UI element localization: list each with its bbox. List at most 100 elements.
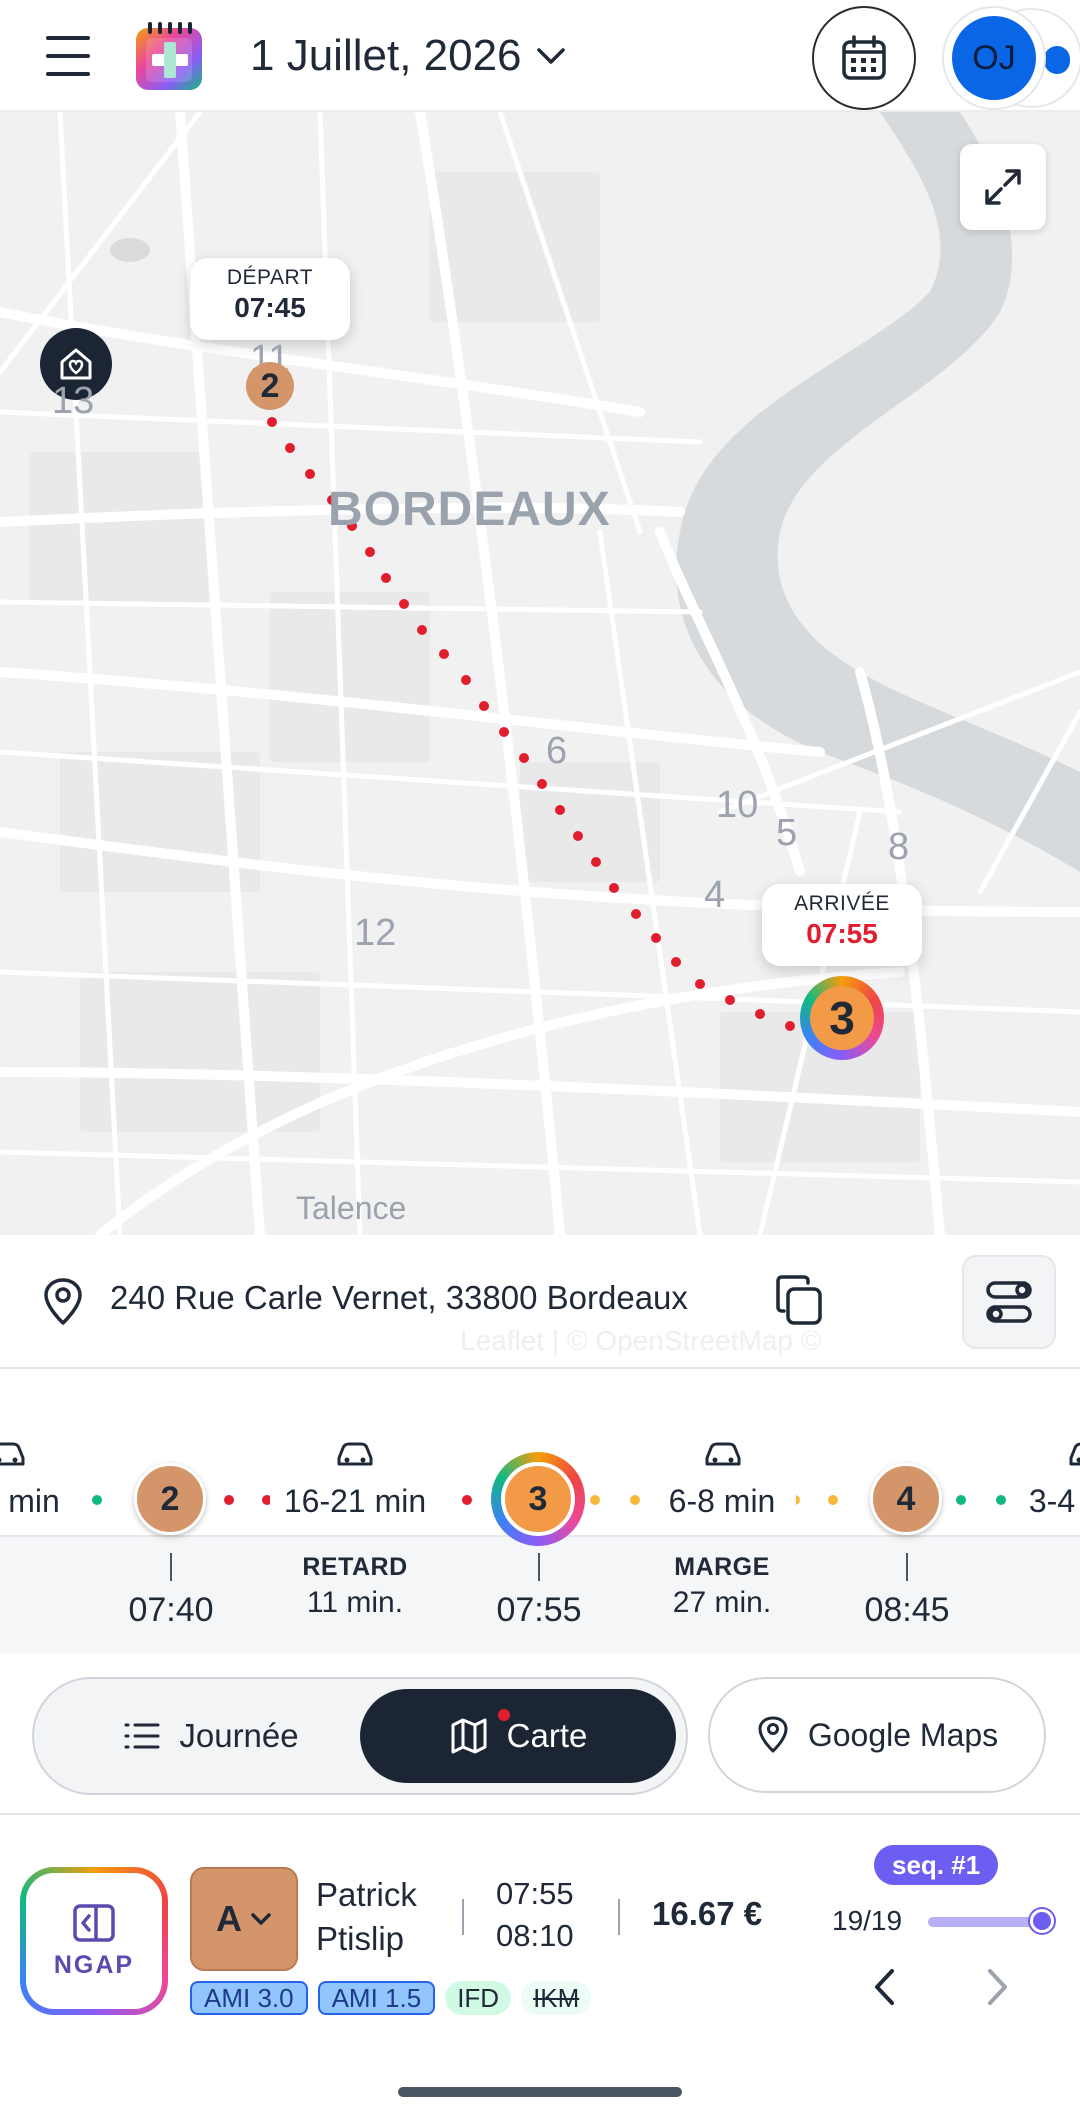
timeline-stop-node[interactable]: 4 <box>870 1463 942 1535</box>
leg-status-label: MARGE <box>674 1553 770 1581</box>
car-icon <box>696 1433 750 1475</box>
act-chips: AMI 3.0 AMI 1.5 IFD IKM <box>190 1981 592 2015</box>
marker-number: 10 <box>716 784 759 826</box>
map-attribution: Leaflet | © OpenStreetMap © <box>460 1325 822 1356</box>
visit-times: 07:55 08:10 <box>496 1873 574 1957</box>
timeline-dot <box>462 1495 472 1505</box>
hamburger-menu-icon[interactable] <box>40 30 96 82</box>
chevron-right-icon <box>988 1969 1007 2005</box>
progress-slider[interactable] <box>928 1917 1042 1927</box>
departure-label: DÉPART <box>226 266 314 289</box>
destination-marker[interactable]: 3 <box>800 976 884 1060</box>
marker-number: 12 <box>354 912 397 954</box>
act-chip[interactable]: AMI 3.0 <box>190 1981 308 2015</box>
timeline-dot <box>590 1495 600 1505</box>
fullscreen-button[interactable] <box>960 144 1046 230</box>
chevron-down-icon <box>536 48 565 64</box>
patient-last-name: Ptislip <box>316 1920 405 1957</box>
app-logo <box>134 20 206 92</box>
ngap-button[interactable]: NGAP <box>20 1867 168 2015</box>
date-selector[interactable]: 1 Juillet, 2026 <box>250 26 566 86</box>
marker-number: 6 <box>546 730 568 772</box>
view-toggle-row: Journée Carte Google Maps <box>0 1653 1080 1815</box>
visit-price: 16.67 € <box>652 1895 763 1932</box>
address-text: 240 Rue Carle Vernet, 33800 Bordeaux <box>110 1279 688 1316</box>
timeline-stop-node[interactable]: 2 <box>134 1463 206 1535</box>
copy-address-icon[interactable] <box>772 1273 826 1334</box>
timeline-dot <box>224 1495 234 1505</box>
route-timeline[interactable]: min 16-21 min 6-8 min 3-4 2 3 4 07:40 07… <box>0 1369 1080 1653</box>
sequence-badge: seq. #1 <box>874 1845 999 1885</box>
timeline-active-number: 3 <box>501 1462 575 1536</box>
tab-map-view[interactable]: Carte <box>360 1689 676 1783</box>
timeline-dot <box>996 1495 1006 1505</box>
tab-map-label: Carte <box>506 1717 588 1754</box>
divider <box>618 1899 620 1935</box>
patient-card: NGAP A Patrick Ptislip 07:55 08:10 16.67… <box>0 1815 1080 2120</box>
leg-status-margin: MARGE 27 min. <box>622 1553 822 1620</box>
top-bar: 1 Juillet, 2026 OJ <box>0 0 1080 112</box>
patient-category: A <box>216 1898 242 1939</box>
view-segmented-control: Journée Carte <box>32 1677 688 1795</box>
next-patient-button[interactable] <box>968 1957 1028 2017</box>
arrival-time: 07:55 <box>806 918 878 949</box>
location-pin-icon <box>758 1716 788 1753</box>
calendar-button[interactable] <box>812 6 916 110</box>
patient-name[interactable]: Patrick Ptislip <box>316 1873 417 1961</box>
origin-marker[interactable]: 2 <box>246 362 294 410</box>
divider <box>462 1899 464 1935</box>
system-home-indicator <box>398 2087 682 2097</box>
progress-slider-handle[interactable] <box>1030 1909 1054 1933</box>
avatar-initials: OJ <box>952 16 1036 100</box>
stop-time: 07:40 <box>128 1591 214 1629</box>
calendar-icon <box>842 35 886 80</box>
leg-duration-edge-left: min <box>0 1479 68 1523</box>
visit-end-time: 08:10 <box>496 1918 574 1953</box>
act-chip-disabled[interactable]: IKM <box>521 1981 592 2015</box>
timeline-dot <box>828 1495 838 1505</box>
leg-status-label: RETARD <box>302 1553 408 1581</box>
notification-dot <box>496 1707 512 1723</box>
sidebar-toggle-icon <box>73 1903 115 1942</box>
act-chip[interactable]: AMI 1.5 <box>317 1981 436 2015</box>
car-icon <box>1060 1433 1080 1475</box>
app-root: 1 Juillet, 2026 OJ BORDEAUX Talence DÉPA… <box>0 0 1080 2120</box>
arrival-callout: ARRIVÉE 07:55 <box>762 884 922 966</box>
map-suburb-label: Talence <box>296 1190 407 1226</box>
timeline-tick <box>170 1553 172 1581</box>
previous-patient-button[interactable] <box>854 1957 914 2017</box>
ngap-label: NGAP <box>53 1950 135 1979</box>
patient-category-dropdown[interactable]: A <box>190 1867 298 1971</box>
marker-number: 5 <box>776 812 798 854</box>
stop-time: 08:45 <box>864 1591 950 1629</box>
visit-start-time: 07:55 <box>496 1876 574 1911</box>
google-maps-button[interactable]: Google Maps <box>708 1677 1046 1793</box>
route-options-button[interactable] <box>962 1255 1056 1349</box>
location-pin-icon <box>40 1277 86 1332</box>
marker-number: 4 <box>704 874 726 916</box>
marker-number: 8 <box>888 826 910 868</box>
route-settings-icon <box>986 1281 1032 1323</box>
leg-status-value: 27 min. <box>672 1586 772 1619</box>
timeline-tick <box>906 1553 908 1581</box>
list-icon <box>124 1723 160 1749</box>
timeline-dot <box>956 1495 966 1505</box>
user-avatar-group[interactable]: OJ <box>942 6 1080 110</box>
act-chip[interactable]: IFD <box>445 1981 512 2015</box>
timeline-dot <box>630 1495 640 1505</box>
marker-home-number: 13 <box>52 380 95 422</box>
tab-day-label: Journée <box>179 1717 299 1754</box>
route-map[interactable]: BORDEAUX Talence DÉPART 07:45 ARRIVÉE 07… <box>0 112 1080 1235</box>
avatar[interactable]: OJ <box>942 6 1046 110</box>
date-label: 1 Juillet, 2026 <box>250 31 522 80</box>
tab-day-view[interactable]: Journée <box>48 1689 374 1783</box>
progress-count: 19/19 <box>832 1905 903 1936</box>
chevron-left-icon <box>875 1969 894 2005</box>
leg-duration-edge-right: 3-4 <box>1024 1479 1080 1523</box>
timeline-tick <box>538 1553 540 1581</box>
destination-number: 3 <box>810 986 874 1050</box>
expand-icon <box>985 169 1021 205</box>
timeline-dot <box>92 1495 102 1505</box>
timeline-stop-node-active[interactable]: 3 <box>491 1452 585 1546</box>
leg-status-value: 11 min. <box>306 1586 404 1619</box>
